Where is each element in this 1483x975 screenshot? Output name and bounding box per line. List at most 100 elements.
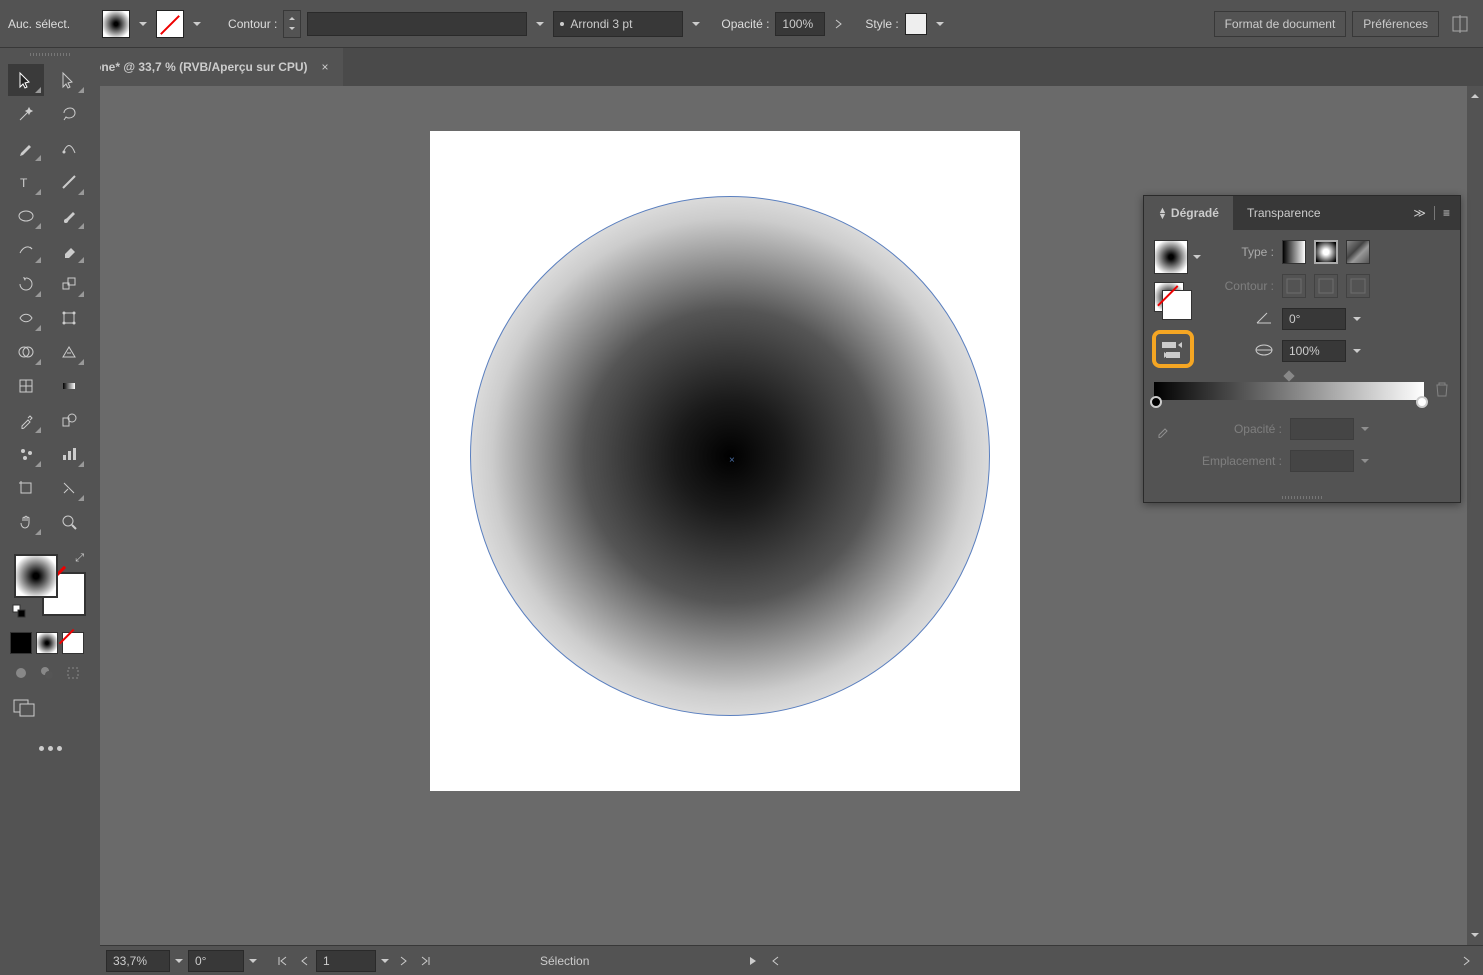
zoom-field[interactable]: 33,7%: [106, 950, 170, 972]
delete-stop-icon[interactable]: [1434, 380, 1450, 398]
stop-loc-dd[interactable]: [1358, 454, 1372, 468]
pencil-tool[interactable]: [8, 234, 44, 266]
eraser-tool[interactable]: [51, 234, 87, 266]
type-radial[interactable]: [1314, 240, 1338, 264]
draw-normal-icon[interactable]: [10, 662, 32, 684]
screen-mode[interactable]: [0, 688, 100, 728]
last-page-icon[interactable]: [416, 951, 436, 971]
panel-expand-icon[interactable]: ≫: [1413, 206, 1426, 220]
draw-inside-icon[interactable]: [62, 662, 84, 684]
scale-tool[interactable]: [51, 268, 87, 300]
zoom-tool[interactable]: [51, 506, 87, 538]
stop-eyedropper-icon[interactable]: [1154, 420, 1184, 438]
gradient-thumb-dd[interactable]: [1192, 250, 1202, 264]
gradient-thumbnail[interactable]: [1154, 240, 1188, 274]
opacity-field[interactable]: 100%: [775, 12, 825, 36]
rotation-dd[interactable]: [246, 954, 260, 968]
stop-opacity-input[interactable]: [1290, 418, 1354, 440]
zoom-dd[interactable]: [172, 954, 186, 968]
gradient-ramp[interactable]: [1154, 382, 1424, 400]
panel-bottom-grip[interactable]: [1144, 492, 1460, 502]
aspect-input[interactable]: [1282, 340, 1346, 362]
hscroll-left-icon[interactable]: [765, 951, 785, 971]
curvature-tool[interactable]: [51, 132, 87, 164]
gradient-stop-left[interactable]: [1150, 396, 1162, 408]
stroke-dropdown[interactable]: [190, 17, 204, 31]
artboard-tool[interactable]: [8, 472, 44, 504]
lasso-tool[interactable]: [51, 98, 87, 130]
panel-menu-icon[interactable]: ≡: [1443, 206, 1450, 220]
mesh-tool[interactable]: [8, 370, 44, 402]
gradient-stop-right[interactable]: [1416, 396, 1428, 408]
line-tool[interactable]: [51, 166, 87, 198]
stop-opacity-dd[interactable]: [1358, 422, 1372, 436]
document-format-button[interactable]: Format de document: [1214, 11, 1347, 37]
gradient-midpoint[interactable]: [1283, 370, 1294, 381]
symbol-tool[interactable]: [8, 438, 44, 470]
fill-swatch[interactable]: [102, 10, 130, 38]
wand-tool[interactable]: [8, 98, 44, 130]
type-tool[interactable]: T: [8, 166, 44, 198]
angle-input[interactable]: [1282, 308, 1346, 330]
swap-fill-stroke-icon[interactable]: ⤢: [75, 552, 84, 565]
vertical-scrollbar[interactable]: [1467, 86, 1483, 945]
direct-selection-tool[interactable]: [51, 64, 87, 96]
fill-dropdown[interactable]: [136, 17, 150, 31]
gradient-tool[interactable]: [51, 370, 87, 402]
perspective-tool[interactable]: [51, 336, 87, 368]
type-freeform[interactable]: [1346, 240, 1370, 264]
rotate-tool[interactable]: [8, 268, 44, 300]
brush-select[interactable]: Arrondi 3 pt: [553, 11, 683, 37]
style-swatch[interactable]: [905, 13, 927, 35]
draw-behind-icon[interactable]: [36, 662, 58, 684]
stroke-profile-dd[interactable]: [533, 17, 547, 31]
rotation-field[interactable]: 0°: [188, 950, 244, 972]
edit-toolbar-icon[interactable]: [0, 728, 100, 769]
stroke-preview[interactable]: [1162, 290, 1192, 320]
hscroll-right-icon[interactable]: [1457, 951, 1477, 971]
brush-tool[interactable]: [51, 200, 87, 232]
aspect-dd[interactable]: [1350, 344, 1364, 358]
stroke-weight-spinner[interactable]: [283, 10, 301, 38]
pen-tool[interactable]: [8, 132, 44, 164]
first-page-icon[interactable]: [272, 951, 292, 971]
graph-tool[interactable]: [51, 438, 87, 470]
align-panel-icon[interactable]: [1445, 15, 1475, 33]
width-tool[interactable]: [8, 302, 44, 334]
slice-tool[interactable]: [51, 472, 87, 504]
hand-tool[interactable]: [8, 506, 44, 538]
prev-page-icon[interactable]: [294, 951, 314, 971]
shape-builder-tool[interactable]: [8, 336, 44, 368]
next-page-icon[interactable]: [394, 951, 414, 971]
brush-dd[interactable]: [689, 17, 703, 31]
fill-stroke-indicator[interactable]: ⤢: [10, 550, 90, 620]
color-mode-gradient[interactable]: [36, 632, 58, 654]
free-transform-tool[interactable]: [51, 302, 87, 334]
type-linear[interactable]: [1282, 240, 1306, 264]
stroke-swatch[interactable]: [156, 10, 184, 38]
selection-tool[interactable]: [8, 64, 44, 96]
tab-transparency[interactable]: Transparence: [1233, 196, 1335, 230]
status-play-icon[interactable]: [743, 951, 763, 971]
style-dd[interactable]: [933, 17, 947, 31]
ellipse-tool[interactable]: [8, 200, 44, 232]
artboard[interactable]: ×: [430, 131, 1020, 791]
color-mode-none[interactable]: [62, 632, 84, 654]
opacity-more[interactable]: [831, 12, 847, 36]
fill-indicator[interactable]: [14, 554, 58, 598]
angle-dd[interactable]: [1350, 312, 1364, 326]
default-fill-stroke-icon[interactable]: [12, 604, 26, 618]
blend-tool[interactable]: [51, 404, 87, 436]
collapse-icon[interactable]: ▲▼: [1158, 207, 1167, 219]
preferences-button[interactable]: Préférences: [1352, 11, 1439, 37]
tab-gradient[interactable]: ▲▼ Dégradé: [1144, 196, 1233, 230]
stop-location-input[interactable]: [1290, 450, 1354, 472]
eyedropper-tool[interactable]: [8, 404, 44, 436]
color-mode-solid[interactable]: [10, 632, 32, 654]
page-dd[interactable]: [378, 954, 392, 968]
page-field[interactable]: 1: [316, 950, 376, 972]
control-bar: Auc. sélect. Contour : Arrondi 3 pt Opac…: [0, 0, 1483, 48]
panel-grip[interactable]: [0, 48, 100, 60]
stroke-profile[interactable]: [307, 12, 527, 36]
close-tab-icon[interactable]: ×: [322, 60, 329, 74]
